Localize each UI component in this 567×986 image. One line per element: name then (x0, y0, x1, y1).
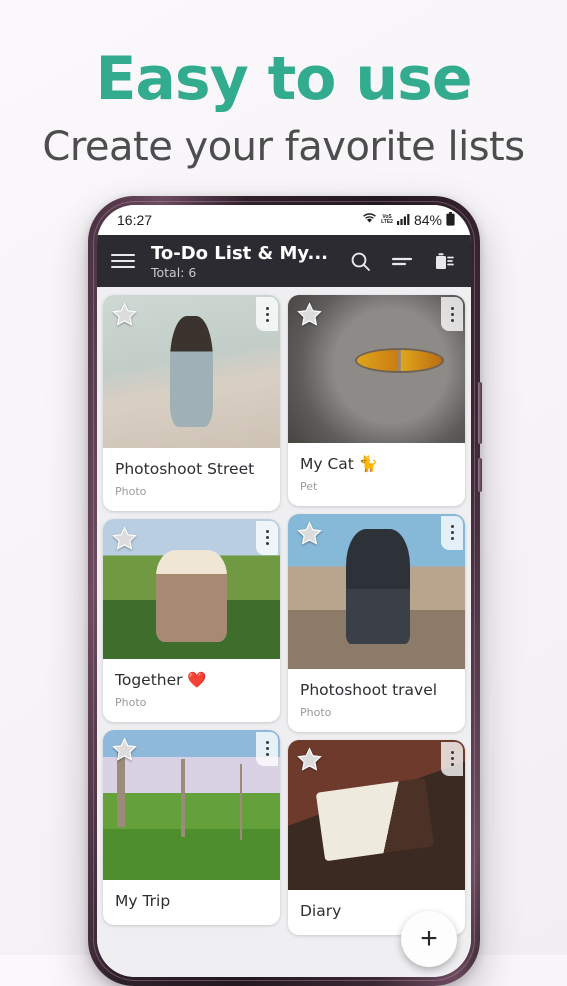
list-grid-container[interactable]: Photoshoot Street Photo Together ❤️ Phot… (97, 287, 471, 977)
list-item-thumbnail (103, 295, 280, 448)
trash-icon[interactable] (433, 250, 455, 272)
power-button[interactable] (478, 458, 482, 492)
list-item[interactable]: Photoshoot travel Photo (288, 513, 465, 732)
list-item-title: My Trip (115, 891, 171, 910)
list-item-subtitle: Photo (115, 695, 147, 709)
promo-subheadline: Create your favorite lists (42, 124, 525, 170)
battery-percent: 84% (413, 212, 442, 228)
volte-indicator: VoS LTE2 (381, 214, 393, 225)
list-item-title: My Cat 🐈 (300, 455, 379, 473)
list-item-body: Together ❤️ Photo (103, 659, 280, 722)
list-item-body: My Trip (103, 880, 280, 925)
star-icon[interactable] (112, 302, 137, 327)
star-icon[interactable] (297, 302, 322, 327)
star-icon[interactable] (112, 737, 137, 762)
grid-column-left: Photoshoot Street Photo Together ❤️ Phot… (103, 295, 280, 935)
status-indicators: VoS LTE2 84% (362, 211, 455, 229)
sort-icon[interactable] (391, 254, 413, 268)
status-bar: 16:27 VoS LTE2 84% (97, 205, 471, 235)
page-title: To-Do List & My... (151, 242, 328, 264)
signal-bars-icon (396, 212, 410, 228)
search-icon[interactable] (350, 251, 371, 272)
list-item-body: Photoshoot travel Photo (288, 669, 465, 732)
list-item-thumbnail (288, 739, 465, 890)
grid-column-right: My Cat 🐈 Pet Photoshoot travel Photo Dia… (288, 295, 465, 935)
star-icon[interactable] (297, 521, 322, 546)
app-bar-title-block: To-Do List & My... Total: 6 (151, 243, 350, 280)
more-vertical-icon[interactable] (256, 520, 278, 555)
more-vertical-icon[interactable] (441, 297, 463, 331)
app-bar: To-Do List & My... Total: 6 (97, 235, 471, 287)
plus-icon: + (420, 922, 438, 955)
list-item-title: Photoshoot Street (115, 460, 255, 478)
star-icon[interactable] (297, 747, 322, 772)
list-item[interactable]: Together ❤️ Photo (103, 518, 280, 722)
status-time: 16:27 (117, 212, 153, 228)
list-item-subtitle: Pet (300, 479, 318, 493)
list-item-title: Together ❤️ (115, 670, 207, 689)
list-item-body: Photoshoot Street Photo (103, 448, 280, 511)
app-bar-actions (350, 250, 459, 272)
add-list-button[interactable]: + (401, 911, 457, 967)
phone-mockup: 16:27 VoS LTE2 84% To-Do List & My... To… (88, 196, 482, 986)
list-item-subtitle: Photo (300, 705, 332, 719)
list-item[interactable]: My Trip (103, 729, 280, 925)
list-item-thumbnail (103, 518, 280, 659)
more-vertical-icon[interactable] (441, 515, 463, 550)
promo-text-block: Easy to use Create your favorite lists (0, 44, 567, 170)
promo-headline: Easy to use (95, 44, 472, 114)
list-item-thumbnail (288, 295, 465, 443)
list-item[interactable]: Photoshoot Street Photo (103, 295, 280, 511)
star-icon[interactable] (112, 526, 137, 551)
list-item-subtitle: Photo (115, 484, 147, 498)
more-vertical-icon[interactable] (441, 741, 463, 776)
more-vertical-icon[interactable] (256, 297, 278, 331)
list-item[interactable]: My Cat 🐈 Pet (288, 295, 465, 506)
phone-screen: 16:27 VoS LTE2 84% To-Do List & My... To… (97, 205, 471, 977)
total-count-label: Total: 6 (151, 264, 197, 280)
hamburger-menu-icon[interactable] (111, 254, 135, 268)
battery-icon (446, 211, 455, 229)
wifi-icon (362, 212, 377, 228)
list-item[interactable]: Diary (288, 739, 465, 935)
list-item-title: Photoshoot travel (300, 680, 438, 699)
list-item-body: My Cat 🐈 Pet (288, 443, 465, 506)
list-item-thumbnail (288, 513, 465, 669)
volume-button[interactable] (478, 382, 482, 444)
more-vertical-icon[interactable] (256, 731, 278, 766)
card-grid: Photoshoot Street Photo Together ❤️ Phot… (103, 295, 465, 935)
list-item-thumbnail (103, 729, 280, 880)
